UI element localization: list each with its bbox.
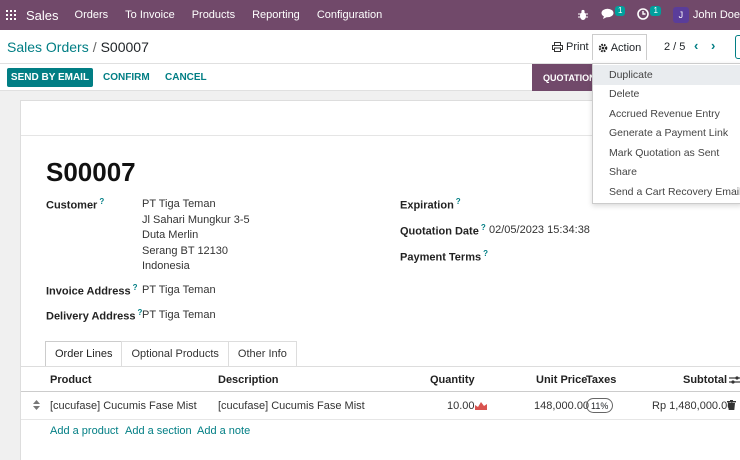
breadcrumb: Sales Orders / S00007 <box>7 39 149 55</box>
printer-icon <box>552 42 563 52</box>
menu-item-duplicate[interactable]: Duplicate <box>593 65 740 85</box>
action-label: Action <box>610 41 642 54</box>
customer-name[interactable]: PT Tiga Teman <box>142 198 216 210</box>
line-tax-badge[interactable]: 11% <box>586 398 614 413</box>
invoice-address-label: Invoice Address? <box>46 283 138 298</box>
line-subtotal: Rp 1,480,000.00 <box>652 400 734 412</box>
delivery-address-label: Delivery Address? <box>46 308 143 323</box>
customer-address-line: Duta Merlin <box>142 229 199 241</box>
pager-next-icon[interactable]: › <box>711 38 715 53</box>
table-header-divider <box>21 391 740 392</box>
breadcrumb-current: S00007 <box>100 39 149 55</box>
pager-previous-icon[interactable]: ‹ <box>694 38 698 53</box>
add-note-link[interactable]: Add a note <box>197 425 250 437</box>
help-icon[interactable]: ? <box>483 249 488 258</box>
control-panel: Sales Orders / S00007 Print Action 2 / 5 ‹… <box>0 30 740 64</box>
send-by-email-button[interactable]: SEND BY EMAIL <box>7 68 93 87</box>
apps-menu-icon[interactable] <box>6 10 16 20</box>
column-header-description[interactable]: Description <box>218 374 279 386</box>
action-button[interactable]: Action <box>592 34 647 60</box>
new-record-button[interactable] <box>735 35 740 59</box>
menu-configuration[interactable]: Configuration <box>317 9 382 21</box>
activities-count-badge: 1 <box>650 6 661 16</box>
customer-address-line: Serang BT 12130 <box>142 245 229 257</box>
top-navbar: Sales Orders To Invoice Products Reporti… <box>0 0 740 30</box>
app-name[interactable]: Sales <box>26 8 59 23</box>
column-header-subtotal[interactable]: Subtotal <box>683 374 727 386</box>
chat-bubble-icon <box>601 8 614 22</box>
menu-item-delete[interactable]: Delete <box>593 85 740 105</box>
menu-item-send-cart-recovery-email[interactable]: Send a Cart Recovery Email <box>593 182 740 202</box>
order-name: S00007 <box>46 157 136 187</box>
menu-item-share[interactable]: Share <box>593 163 740 183</box>
tab-order-lines[interactable]: Order Lines <box>45 341 123 366</box>
activity-menu[interactable]: 1 <box>637 6 661 23</box>
menu-item-mark-quotation-sent[interactable]: Mark Quotation as Sent <box>593 143 740 163</box>
breadcrumb-separator: / <box>92 39 97 55</box>
add-section-link[interactable]: Add a section <box>125 425 192 437</box>
tab-optional-products[interactable]: Optional Products <box>121 341 229 366</box>
line-quantity[interactable]: 10.00 <box>447 400 475 412</box>
help-icon[interactable]: ? <box>133 283 138 292</box>
expiration-label: Expiration? <box>400 197 461 212</box>
customer-label: Customer? <box>46 197 105 212</box>
clock-icon <box>637 7 650 23</box>
tabs-divider <box>21 366 740 367</box>
menu-to-invoice[interactable]: To Invoice <box>125 9 175 21</box>
pager-value[interactable]: 2 / 5 <box>664 41 685 53</box>
menu-item-accrued-revenue-entry[interactable]: Accrued Revenue Entry <box>593 104 740 124</box>
add-product-link[interactable]: Add a product <box>50 425 119 437</box>
systray: 1 1 J John Doe <box>577 0 740 30</box>
cancel-button[interactable]: CANCEL <box>165 72 207 83</box>
invoice-address-value[interactable]: PT Tiga Teman <box>142 284 216 296</box>
payment-terms-label: Payment Terms? <box>400 249 488 264</box>
quotation-date-value[interactable]: 02/05/2023 15:34:38 <box>489 224 590 236</box>
menu-reporting[interactable]: Reporting <box>252 9 300 21</box>
messages-count-badge: 1 <box>615 6 626 16</box>
quotation-date-label: Quotation Date? <box>400 223 486 238</box>
trash-icon[interactable] <box>727 400 736 413</box>
column-header-product[interactable]: Product <box>50 374 92 386</box>
debug-bug-icon[interactable] <box>577 9 589 21</box>
menu-products[interactable]: Products <box>192 9 235 21</box>
optional-columns-icon[interactable] <box>729 375 740 388</box>
menu-orders[interactable]: Orders <box>75 9 109 21</box>
gear-icon <box>598 43 608 53</box>
menu-item-generate-payment-link[interactable]: Generate a Payment Link <box>593 124 740 144</box>
line-unit-price[interactable]: 148,000.00 <box>534 400 589 412</box>
customer-address-line: Jl Sahari Mungkur 3-5 <box>142 214 250 226</box>
notebook-tabs: Order Lines Optional Products Other Info <box>45 341 297 366</box>
messaging-menu[interactable]: 1 <box>601 6 626 22</box>
column-header-taxes[interactable]: Taxes <box>586 374 616 386</box>
column-header-unit-price[interactable]: Unit Price <box>536 374 587 386</box>
help-icon[interactable]: ? <box>99 197 104 206</box>
print-label: Print <box>566 41 589 53</box>
breadcrumb-sales-orders[interactable]: Sales Orders <box>7 39 89 55</box>
line-description[interactable]: [cucufase] Cucumis Fase Mist <box>218 400 365 412</box>
column-header-quantity[interactable]: Quantity <box>430 374 475 386</box>
action-dropdown-menu: Duplicate Delete Accrued Revenue Entry G… <box>592 63 740 204</box>
drag-handle-icon[interactable] <box>33 400 40 413</box>
confirm-button[interactable]: CONFIRM <box>103 72 150 83</box>
delivery-address-value[interactable]: PT Tiga Teman <box>142 309 216 321</box>
tab-other-info[interactable]: Other Info <box>227 341 297 366</box>
print-button[interactable]: Print <box>552 41 589 53</box>
customer-address-line: Indonesia <box>142 260 190 272</box>
forecast-chart-icon[interactable] <box>475 401 487 413</box>
line-product[interactable]: [cucufase] Cucumis Fase Mist <box>50 400 197 412</box>
user-menu[interactable]: J John Doe <box>672 7 740 23</box>
table-row-divider <box>21 419 740 420</box>
help-icon[interactable]: ? <box>481 223 486 232</box>
user-avatar: J <box>672 7 689 23</box>
help-icon[interactable]: ? <box>456 197 461 206</box>
user-name: John Doe <box>692 9 740 21</box>
